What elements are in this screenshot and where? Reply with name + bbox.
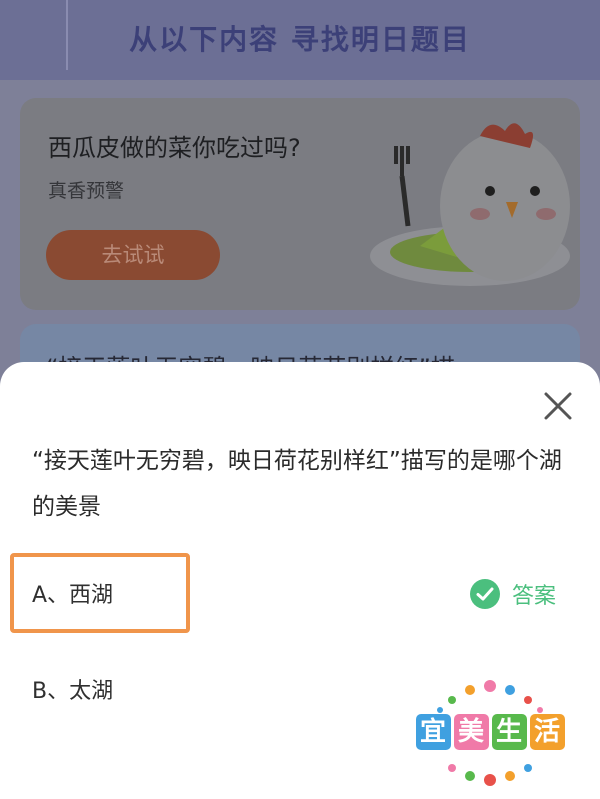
answer-indicator: 答案 bbox=[470, 578, 556, 610]
option-b[interactable]: B、太湖 bbox=[32, 673, 113, 705]
check-circle-icon bbox=[470, 579, 500, 609]
option-a[interactable]: A、西湖 bbox=[32, 577, 113, 609]
promo-card-title: 西瓜皮做的菜你吃过吗? bbox=[48, 134, 301, 162]
question-text: “接天莲叶无穷碧，映日荷花别样红”描写的是哪个湖的美景 bbox=[32, 448, 562, 520]
logo-char-3: 生 bbox=[491, 714, 527, 750]
chicken-mascot-icon bbox=[370, 123, 570, 286]
close-icon[interactable] bbox=[538, 386, 578, 426]
logo-char-2: 美 bbox=[453, 714, 489, 750]
logo-char-4: 活 bbox=[529, 714, 565, 750]
answer-label: 答案 bbox=[512, 584, 557, 609]
promo-card[interactable]: 西瓜皮做的菜你吃过吗? 真香预警 去试试 bbox=[20, 98, 580, 310]
banner-title: 从以下内容 寻找明日题目 bbox=[129, 23, 471, 56]
logo-char-1: 宜 bbox=[415, 714, 451, 750]
try-button[interactable]: 去试试 bbox=[46, 230, 220, 280]
watermark-logo: 宜 美 生 活 bbox=[410, 672, 570, 792]
header-banner: 从以下内容 寻找明日题目 bbox=[0, 0, 600, 80]
promo-card-subtitle: 真香预警 bbox=[48, 180, 125, 202]
